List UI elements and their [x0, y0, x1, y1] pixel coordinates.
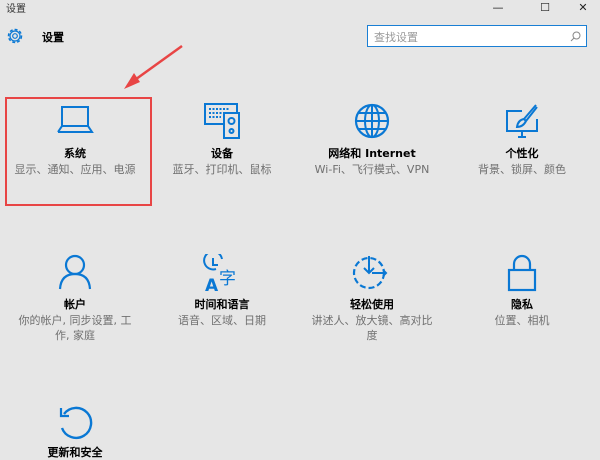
tile-title: 个性化	[505, 147, 539, 160]
update-icon	[59, 406, 93, 440]
tile-desc: 你的帐户, 同步设置, 工作, 家庭	[18, 314, 132, 342]
tile-accounts[interactable]: 帐户 你的帐户, 同步设置, 工作, 家庭	[0, 254, 150, 343]
tile-desc: 位置、相机	[494, 314, 550, 327]
tile-title: 轻松使用	[350, 298, 394, 311]
tile-privacy[interactable]: 隐私 位置、相机	[447, 254, 597, 328]
tile-title: 设备	[211, 147, 233, 160]
ease-of-access-icon	[352, 256, 388, 290]
personalize-icon	[506, 104, 538, 138]
tile-title: 网络和 Internet	[328, 147, 416, 160]
tile-network[interactable]: 网络和 Internet Wi-Fi、飞行模式、VPN	[297, 103, 447, 177]
svg-text:A: A	[205, 276, 219, 292]
tile-title: 帐户	[64, 298, 86, 311]
tile-desc: 语音、区域、日期	[178, 314, 266, 327]
tile-desc: 背景、锁屏、颜色	[478, 163, 566, 176]
search-icon[interactable]	[570, 31, 581, 42]
minimize-button[interactable]: —	[483, 0, 513, 14]
highlight-box	[5, 97, 152, 206]
tile-title: 时间和语言	[194, 298, 250, 311]
devices-icon	[204, 103, 240, 139]
close-button[interactable]: ✕	[568, 0, 598, 14]
arrow-annotation-icon	[124, 44, 183, 89]
tile-personalization[interactable]: 个性化 背景、锁屏、颜色	[447, 103, 597, 177]
tile-update-security[interactable]: 更新和安全	[0, 404, 150, 460]
tile-desc: Wi-Fi、飞行模式、VPN	[314, 163, 430, 176]
tile-desc: 蓝牙、打印机、鼠标	[172, 163, 272, 176]
search-input[interactable]: 查找设置	[367, 25, 587, 47]
svg-text:字: 字	[219, 269, 236, 289]
tile-time-language[interactable]: A字 时间和语言 语音、区域、日期	[147, 254, 297, 328]
tile-devices[interactable]: 设备 蓝牙、打印机、鼠标	[147, 103, 297, 177]
tile-ease-of-access[interactable]: 轻松使用 讲述人、放大镜、高对比度	[297, 254, 447, 343]
tile-desc: 讲述人、放大镜、高对比度	[311, 314, 433, 342]
globe-icon	[354, 103, 390, 139]
maximize-button[interactable]: ☐	[530, 0, 560, 14]
person-icon	[58, 254, 92, 290]
tile-title: 隐私	[511, 298, 533, 311]
search-placeholder: 查找设置	[374, 31, 418, 44]
lock-icon	[507, 254, 537, 292]
time-language-icon: A字	[203, 254, 236, 292]
